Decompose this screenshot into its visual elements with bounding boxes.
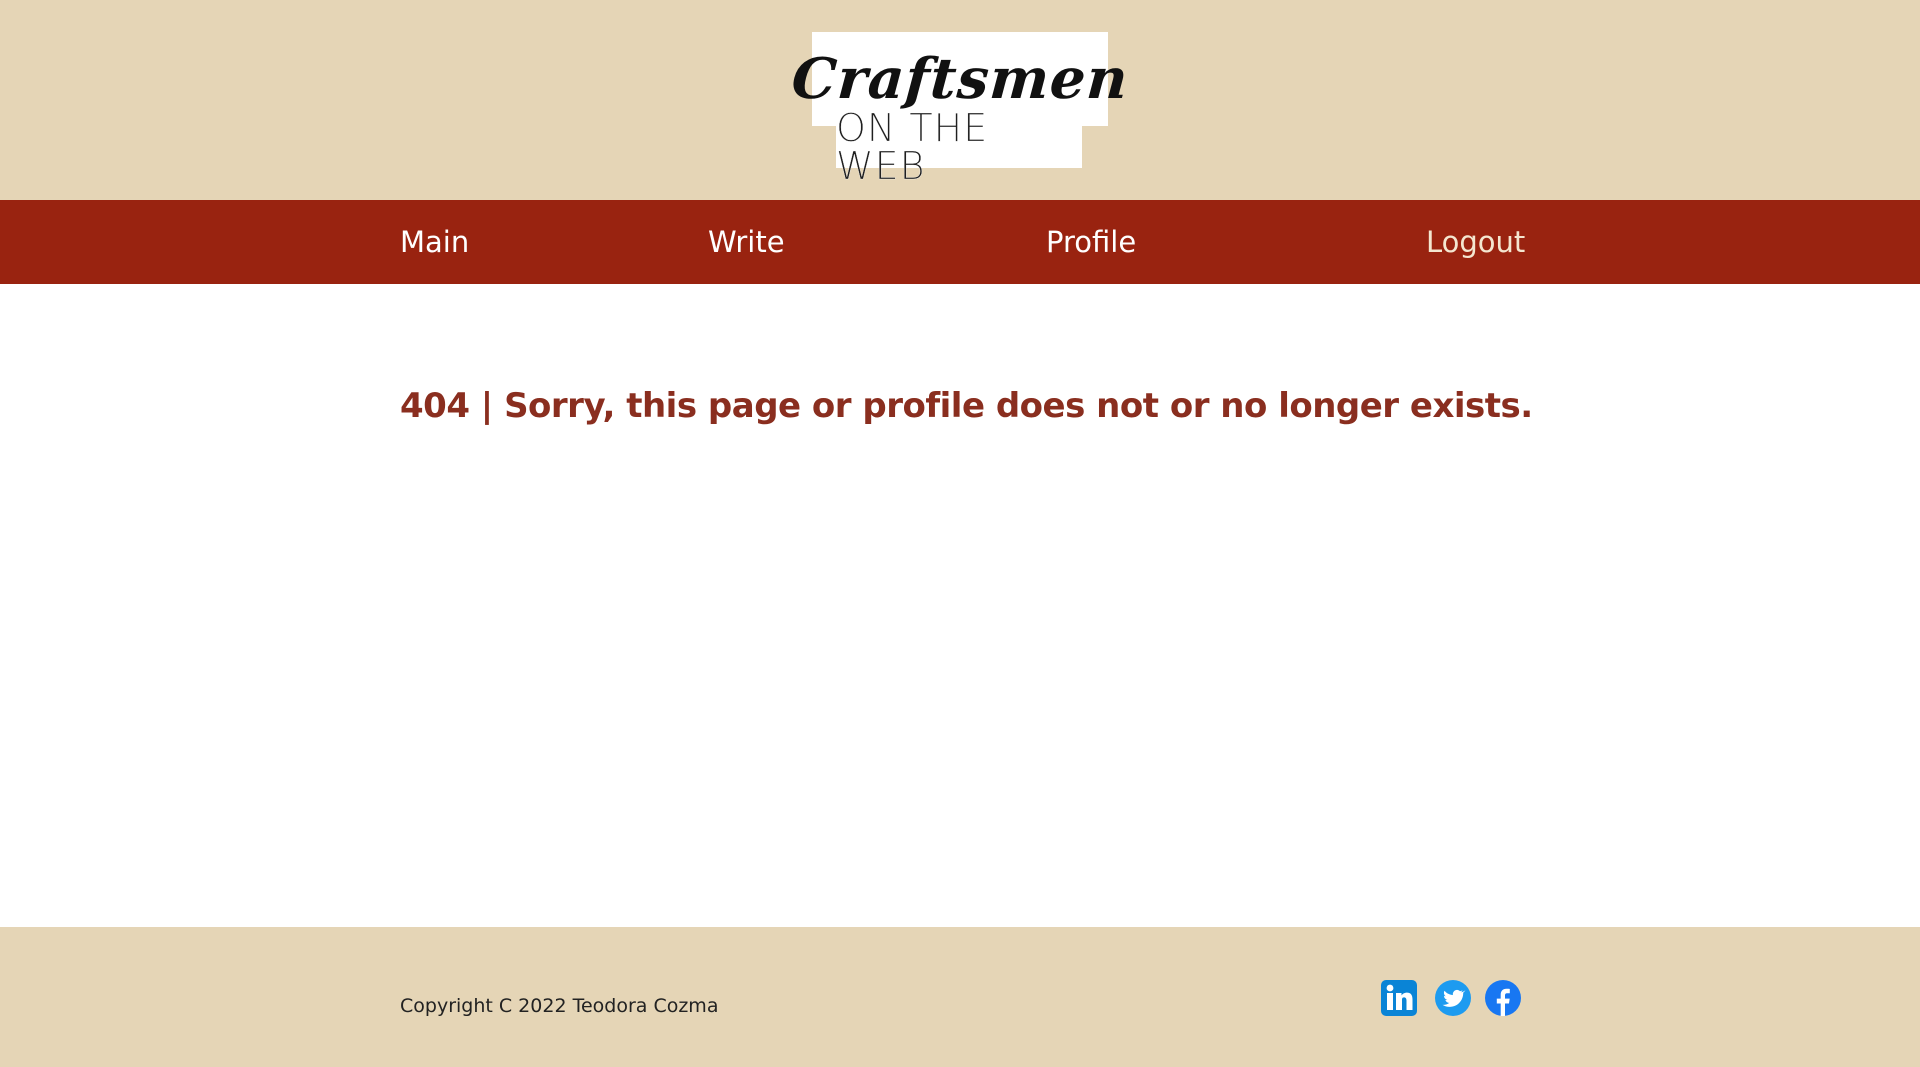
site-header: Craftsmen ON THE WEB bbox=[0, 0, 1920, 200]
twitter-icon-graphic bbox=[1435, 980, 1471, 1016]
facebook-icon-graphic bbox=[1485, 980, 1521, 1016]
main-navigation: Main Write Profile Logout bbox=[0, 200, 1920, 284]
linkedin-icon[interactable] bbox=[1380, 979, 1418, 1017]
site-logo[interactable]: Craftsmen ON THE WEB bbox=[789, 32, 1131, 185]
twitter-icon[interactable] bbox=[1434, 979, 1472, 1017]
logo-title: Craftsmen bbox=[789, 46, 1131, 112]
nav-write-link[interactable]: Write bbox=[708, 200, 785, 284]
site-footer: Copyright C 2022 Teodora Cozma bbox=[0, 927, 1920, 1067]
nav-logout-link[interactable]: Logout bbox=[1426, 200, 1525, 284]
logo-bottom-panel: ON THE WEB bbox=[836, 109, 1082, 185]
error-message: 404 | Sorry, this page or profile does n… bbox=[400, 386, 1533, 426]
main-content: 404 | Sorry, this page or profile does n… bbox=[0, 284, 1920, 927]
linkedin-icon-graphic bbox=[1381, 980, 1417, 1016]
nav-profile-link[interactable]: Profile bbox=[1046, 200, 1136, 284]
facebook-icon[interactable] bbox=[1484, 979, 1522, 1017]
nav-main-link[interactable]: Main bbox=[400, 200, 469, 284]
logo-subtitle: ON THE WEB bbox=[836, 106, 989, 188]
copyright-text: Copyright C 2022 Teodora Cozma bbox=[400, 995, 719, 1017]
